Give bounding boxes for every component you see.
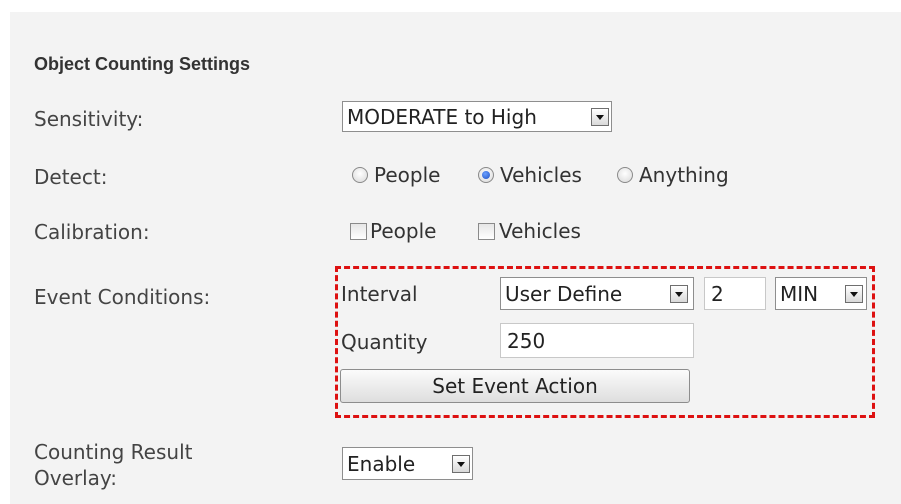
interval-value-input[interactable]: 2	[704, 277, 766, 310]
interval-label: Interval	[341, 282, 418, 306]
calibration-label: Calibration:	[34, 220, 150, 244]
calibration-checkbox-vehicles[interactable]	[478, 223, 495, 240]
chevron-down-icon[interactable]	[452, 454, 470, 473]
detect-label: Detect:	[34, 165, 108, 189]
chevron-down-icon[interactable]	[845, 284, 863, 303]
detect-option-vehicles: Vehicles	[500, 163, 582, 187]
sensitivity-select[interactable]: MODERATE to High	[342, 101, 612, 132]
interval-mode-select[interactable]: User Define	[500, 277, 694, 310]
detect-option-anything: Anything	[639, 163, 729, 187]
event-conditions-label: Event Conditions:	[34, 285, 211, 309]
detect-radio-people[interactable]	[352, 167, 368, 183]
interval-value: 2	[711, 281, 724, 306]
calibration-option-vehicles: Vehicles	[499, 219, 581, 243]
settings-panel	[10, 12, 901, 504]
quantity-label: Quantity	[341, 330, 428, 354]
interval-mode-value: User Define	[505, 281, 623, 306]
overlay-label-line1: Counting Result	[34, 440, 193, 464]
detect-radio-vehicles[interactable]	[478, 167, 494, 183]
section-title: Object Counting Settings	[34, 54, 250, 74]
interval-unit-select[interactable]: MIN	[775, 277, 867, 310]
detect-option-people: People	[374, 163, 441, 187]
chevron-down-icon[interactable]	[670, 284, 688, 303]
sensitivity-value: MODERATE to High	[347, 104, 537, 129]
overlay-select[interactable]: Enable	[342, 447, 473, 480]
overlay-value: Enable	[347, 451, 416, 476]
quantity-input[interactable]: 250	[500, 323, 694, 358]
set-event-action-button[interactable]: Set Event Action	[340, 369, 690, 403]
overlay-label-line2: Overlay:	[34, 466, 118, 490]
chevron-down-icon[interactable]	[591, 107, 609, 126]
calibration-option-people: People	[370, 219, 437, 243]
sensitivity-label: Sensitivity:	[34, 107, 144, 131]
interval-unit-value: MIN	[780, 281, 819, 306]
calibration-checkbox-people[interactable]	[350, 223, 367, 240]
detect-radio-anything[interactable]	[617, 167, 633, 183]
quantity-value: 250	[507, 328, 546, 353]
